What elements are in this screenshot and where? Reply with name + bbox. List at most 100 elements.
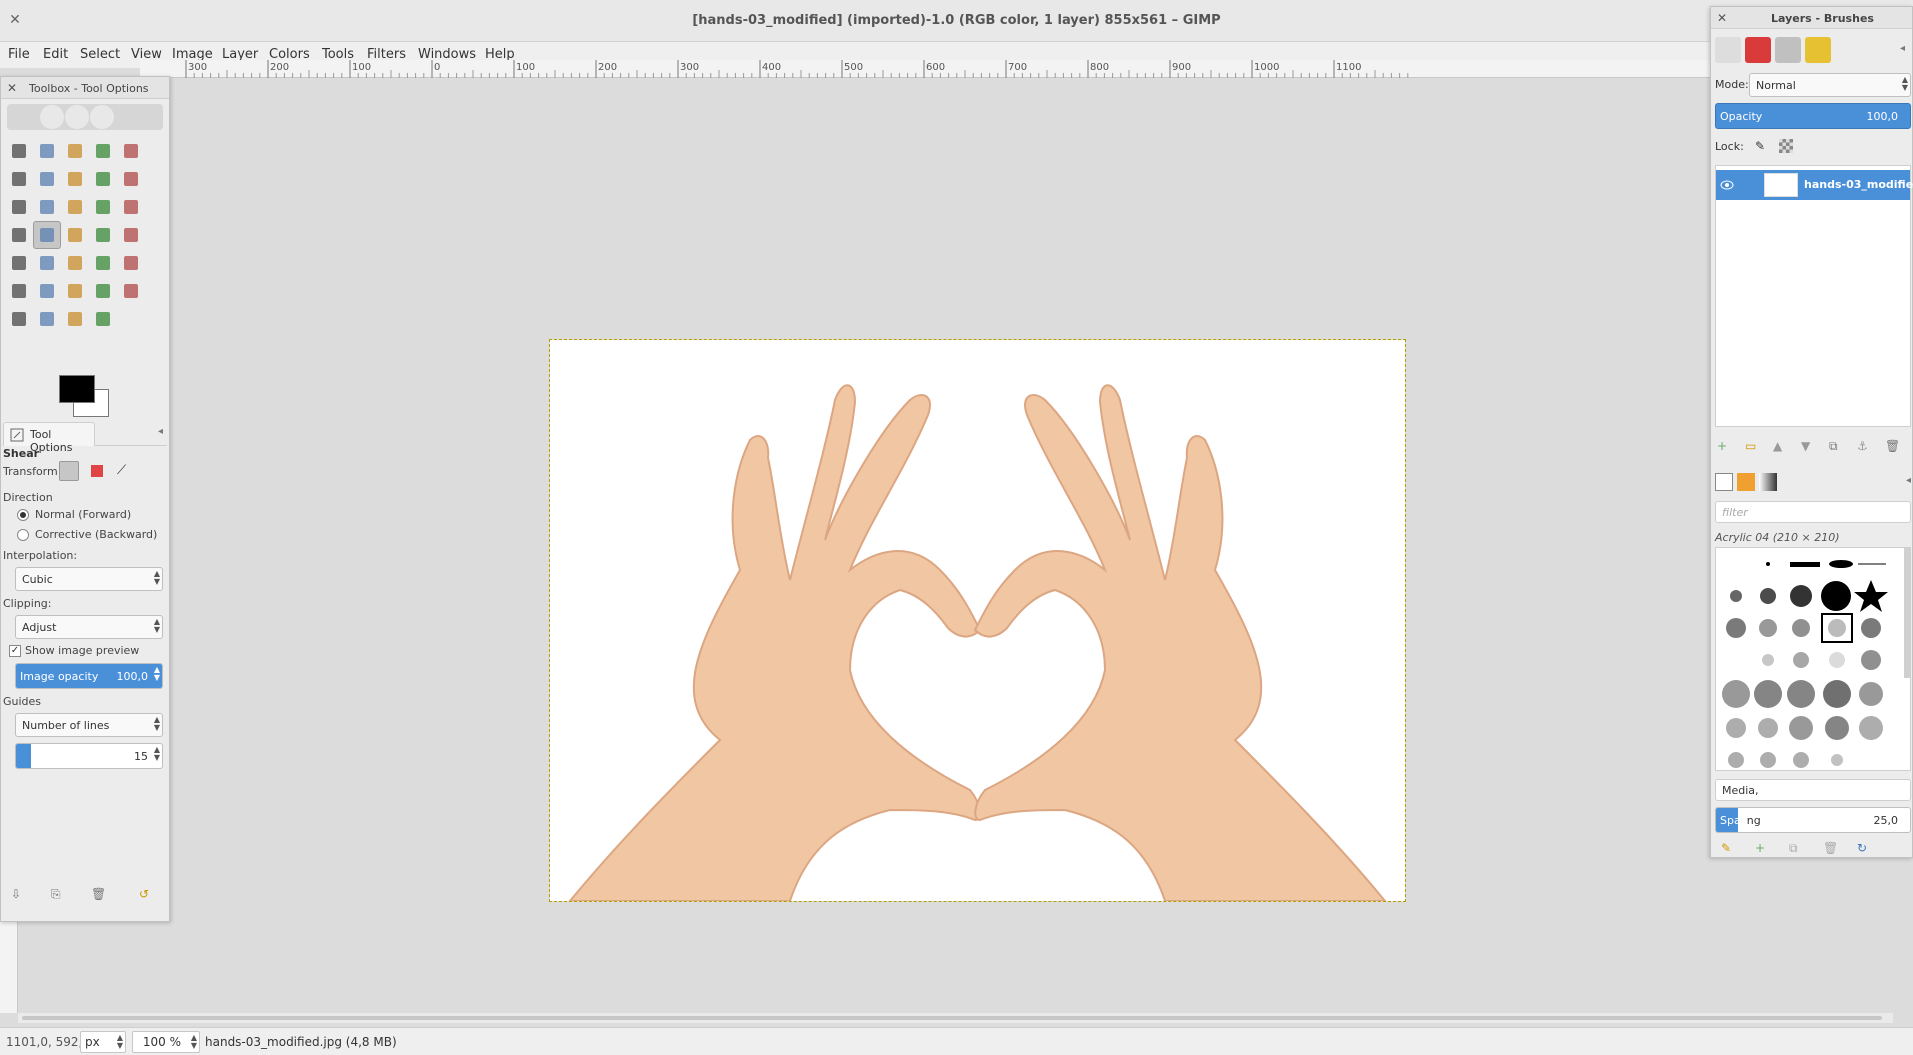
layer-row[interactable]: hands-03_modified.jpg [1716, 170, 1913, 200]
tool-gradient-icon[interactable] [61, 249, 89, 277]
scrollbar-thumb[interactable] [22, 1016, 1882, 1020]
delete-brush-icon[interactable]: 🗑 [1823, 841, 1841, 859]
image-opacity-slider[interactable]: Image opacity 100,0 ▲ ▼ [15, 663, 163, 689]
duplicate-brush-icon[interactable]: ⧉ [1789, 841, 1807, 859]
lines-count-slider[interactable]: 15 ▲ ▼ [15, 743, 163, 769]
eye-icon[interactable] [1720, 179, 1734, 191]
menu-select[interactable]: Select [80, 47, 120, 62]
transform-selection-icon[interactable] [91, 465, 103, 477]
tool-scissors-icon[interactable] [5, 165, 33, 193]
tab-gradients-icon[interactable] [1759, 473, 1777, 491]
duplicate-layer-icon[interactable]: ⧉ [1829, 439, 1847, 457]
transform-path-icon[interactable]: ⟋ [117, 463, 126, 478]
brush-grid[interactable] [1715, 547, 1911, 771]
tool-align-icon[interactable] [61, 193, 89, 221]
guides-dropdown[interactable]: Number of lines ▲ ▼ [15, 713, 163, 737]
lower-layer-icon[interactable]: ▼ [1801, 439, 1819, 457]
tool-bucket-fill-icon[interactable] [33, 249, 61, 277]
lock-pixels-icon[interactable]: ✎ [1755, 139, 1765, 153]
radio-normal-forward[interactable] [17, 509, 29, 521]
new-layer-group-icon[interactable]: ▭ [1745, 439, 1763, 457]
reset-options-icon[interactable]: ↺ [139, 887, 155, 903]
layer-opacity-slider[interactable]: Opacity 100,0 [1715, 103, 1911, 129]
tab-brushes-icon[interactable] [1715, 473, 1733, 491]
tool-move-icon[interactable] [33, 193, 61, 221]
tool-zoom-icon[interactable] [117, 165, 145, 193]
restore-options-icon[interactable]: ⎘ [51, 887, 67, 903]
tab-paths-icon[interactable] [1775, 37, 1801, 63]
delete-layer-icon[interactable]: 🗑 [1885, 439, 1903, 457]
menu-edit[interactable]: Edit [43, 47, 68, 62]
tool-pencil-icon[interactable] [89, 249, 117, 277]
tool-flip-icon[interactable] [89, 221, 117, 249]
tool-crop-icon[interactable] [89, 193, 117, 221]
tool-foreground-select-icon[interactable] [33, 165, 61, 193]
tool-airbrush-icon[interactable] [33, 277, 61, 305]
tool-text-icon[interactable] [5, 249, 33, 277]
new-layer-icon[interactable]: + [1717, 439, 1735, 457]
save-options-icon[interactable]: ⇩ [11, 887, 27, 903]
transform-layer-icon[interactable] [59, 461, 79, 481]
refresh-brushes-icon[interactable]: ↻ [1857, 841, 1875, 859]
tab-undo-icon[interactable] [1805, 37, 1831, 63]
show-preview-checkbox[interactable]: ✓ [9, 645, 21, 657]
mode-label: Mode: [1715, 78, 1749, 91]
tab-menu-icon[interactable]: ◂ [158, 426, 163, 437]
tool-glyph [124, 256, 138, 270]
tool-perspective-clone-icon[interactable] [5, 305, 33, 333]
tool-eraser-icon[interactable] [5, 277, 33, 305]
tab-patterns-icon[interactable] [1737, 473, 1755, 491]
spin-arrows-icon: ▲ ▼ [153, 745, 160, 762]
horizontal-scrollbar[interactable] [18, 1013, 1893, 1023]
tool-color-picker-icon[interactable] [89, 165, 117, 193]
tool-rotate-icon[interactable] [117, 193, 145, 221]
tool-ellipse-select-icon[interactable] [33, 137, 61, 165]
tool-free-select-icon[interactable] [61, 137, 89, 165]
canvas-area[interactable] [18, 79, 1710, 1013]
clipping-dropdown[interactable]: Adjust ▲ ▼ [15, 615, 163, 639]
tool-clone-icon[interactable] [89, 277, 117, 305]
brush-tags-input[interactable]: Media, [1715, 779, 1911, 801]
close-icon[interactable]: ✕ [1717, 11, 1727, 25]
menu-file[interactable]: File [8, 47, 30, 62]
mode-dropdown[interactable]: Normal ▲ ▼ [1749, 73, 1911, 97]
tool-perspective-icon[interactable] [61, 221, 89, 249]
color-swatches[interactable] [59, 375, 115, 419]
image-canvas[interactable] [549, 339, 1406, 902]
tool-select-by-color-icon[interactable] [117, 137, 145, 165]
tab-menu-icon[interactable]: ◂ [1900, 43, 1905, 54]
radio-corrective-backward[interactable] [17, 529, 29, 541]
brush-filter-input[interactable]: filter [1715, 501, 1911, 523]
foreground-color[interactable] [59, 375, 95, 403]
tool-scale-icon[interactable] [5, 221, 33, 249]
tool-paintbrush-icon[interactable] [117, 249, 145, 277]
new-brush-icon[interactable]: + [1755, 841, 1773, 859]
tool-blur-icon[interactable] [33, 305, 61, 333]
tool-measure-icon[interactable] [5, 193, 33, 221]
tool-rect-select-icon[interactable] [5, 137, 33, 165]
tab-layers-icon[interactable] [1715, 37, 1741, 63]
zoom-select[interactable]: 100 % ▲ ▼ [132, 1031, 200, 1053]
lock-alpha-icon[interactable] [1779, 139, 1793, 153]
tool-dodge-burn-icon[interactable] [89, 305, 117, 333]
unit-select[interactable]: px ▲ ▼ [80, 1031, 126, 1053]
tab-channels-icon[interactable] [1745, 37, 1771, 63]
tab-menu-icon[interactable]: ◂ [1906, 475, 1911, 486]
close-icon[interactable]: ✕ [7, 81, 17, 95]
tool-shear-icon[interactable] [33, 221, 61, 249]
spacing-slider[interactable]: Spacng 25,0 [1715, 807, 1911, 833]
wilber-logo-icon [7, 104, 163, 130]
raise-layer-icon[interactable]: ▲ [1773, 439, 1791, 457]
tool-fuzzy-select-icon[interactable] [89, 137, 117, 165]
anchor-layer-icon[interactable]: ⚓ [1857, 439, 1875, 457]
tool-heal-icon[interactable] [117, 277, 145, 305]
interpolation-dropdown[interactable]: Cubic ▲ ▼ [15, 567, 163, 591]
edit-brush-icon[interactable]: ✎ [1721, 841, 1739, 859]
tool-smudge-icon[interactable] [61, 305, 89, 333]
tool-paths-icon[interactable] [61, 165, 89, 193]
delete-options-icon[interactable]: 🗑 [91, 887, 107, 903]
tool-ink-icon[interactable] [61, 277, 89, 305]
brush-grid-scrollbar[interactable] [1904, 548, 1910, 678]
tab-tool-options[interactable]: Tool Options [3, 422, 95, 454]
tool-cage-icon[interactable] [117, 221, 145, 249]
